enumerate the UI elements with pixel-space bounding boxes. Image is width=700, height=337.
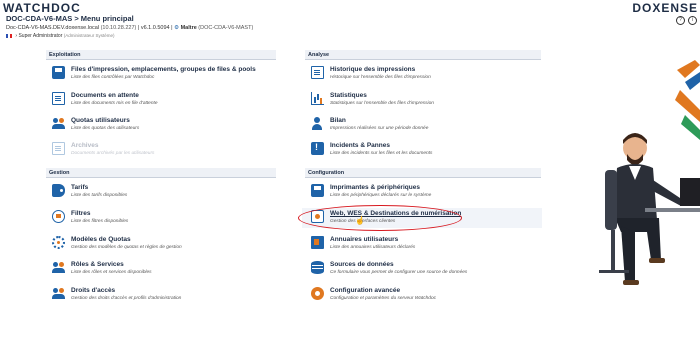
server-info: Doc-CDA-V6-MAS.DEV.doxense.local (10.10.…: [6, 25, 254, 31]
menu-item-quotas[interactable]: Quotas utilisateurs Liste des quotas des …: [52, 117, 139, 139]
user-role: (Administrateur Système): [63, 33, 115, 38]
menu-item-desc: Impressions réalisées sur une période do…: [330, 126, 429, 131]
printer-queue-icon: [52, 66, 65, 79]
menu-item-documents[interactable]: Documents en attente Liste des documents …: [52, 92, 158, 114]
menu-item-statistiques[interactable]: Statistiques Statistiques sur l'ensemble …: [311, 92, 434, 114]
filter-icon: [52, 210, 65, 223]
menu-item-desc: Liste des files contrôlées par Watchdoc: [71, 75, 155, 80]
users-icon: [52, 117, 65, 130]
page-header: DOC-CDA-V6-MAS > Menu principal Doc-CDA-…: [6, 14, 253, 39]
quota-model-icon: [52, 236, 65, 249]
menu-item-annuaires[interactable]: Annuaires utilisateurs Liste des annuaire…: [311, 236, 415, 258]
section-analyse: Analyse: [305, 50, 541, 60]
menu-item-desc: Liste des tarifs disponibles: [71, 193, 128, 198]
menu-item-filtres[interactable]: Filtres Liste des filtres disponibles: [52, 210, 128, 232]
doxense-logo: DOXENSE: [632, 1, 698, 15]
access-rights-icon: [52, 287, 65, 300]
menu-item-desc: Liste des incidents sur les files et les…: [330, 151, 433, 156]
menu-item-title: Sources de données: [330, 261, 394, 268]
menu-item-droits[interactable]: Droits d'accès Gestion des droits d'accès…: [52, 287, 181, 309]
user-report-icon: [311, 117, 324, 130]
section-gestion: Gestion: [46, 168, 276, 178]
chart-icon: [311, 92, 324, 105]
menu-item-files[interactable]: Files d'impression, emplacements, groupe…: [52, 66, 256, 88]
menu-item-title: Quotas utilisateurs: [71, 117, 130, 124]
server-role-host: (DOC-CDA-V6-MAST): [198, 25, 254, 31]
menu-item-imprimantes[interactable]: Imprimantes & périphériques Liste des pér…: [311, 184, 431, 206]
menu-item-modeles[interactable]: Modèles de Quotas Gestion des modèles de …: [52, 236, 182, 258]
info-icon[interactable]: i: [688, 16, 697, 25]
menu-item-title: Modèles de Quotas: [71, 236, 131, 243]
roles-icon: [52, 261, 65, 274]
help-icon[interactable]: ?: [676, 16, 685, 25]
menu-item-desc: Liste des filtres disponibles: [71, 219, 129, 224]
menu-item-desc: Statistiques sur l'ensemble des files d'…: [330, 101, 434, 106]
menu-item-desc: Liste des rôles et services disponibles: [71, 270, 152, 275]
menu-item-desc: Liste des annuaires utilisateurs déclaré…: [330, 245, 416, 250]
menu-item-title: Incidents & Pannes: [330, 142, 390, 149]
menu-item-desc: Liste des périphériques déclarés sur le …: [330, 193, 432, 198]
server-host: Doc-CDA-V6-MAS.DEV.doxense.local: [6, 25, 100, 31]
menu-item-title: Archives: [71, 142, 99, 149]
menu-item-desc: Documents archivés par les utilisateurs: [71, 151, 155, 156]
breadcrumb: DOC-CDA-V6-MAS > Menu principal: [6, 14, 134, 23]
price-tag-icon: [52, 184, 65, 197]
printer-icon: [311, 184, 324, 197]
language-flag-icon[interactable]: [6, 33, 12, 38]
menu-item-desc: Configuration et paramètres du serveur W…: [330, 296, 437, 301]
server-version: v6.1.0.5094: [140, 25, 170, 31]
server-role: Maître: [180, 25, 197, 31]
menu-item-desc: Gestion des droits d'accès et profils d'…: [71, 296, 182, 301]
menu-item-title: Statistiques: [330, 92, 367, 99]
settings-gear-icon: [311, 287, 324, 300]
menu-item-title: Imprimantes & périphériques: [330, 184, 420, 191]
menu-item-title: Droits d'accès: [71, 287, 116, 294]
section-exploitation: Exploitation: [46, 50, 276, 60]
menu-item-desc: Gestion des modèles de quotas et règles …: [71, 245, 182, 250]
menu-item-bilan[interactable]: Bilan Impressions réalisées sur une pério…: [311, 117, 428, 139]
history-icon: [311, 66, 324, 79]
menu-item-title: Rôles & Services: [71, 261, 124, 268]
menu-item-sources[interactable]: Sources de données Ce formulaire vous per…: [311, 261, 467, 283]
role-icon: ⚙: [174, 25, 180, 31]
menu-item-incidents[interactable]: Incidents & Pannes Liste des incidents su…: [311, 142, 432, 164]
menu-item-title: Files d'impression, emplacements, groupe…: [71, 66, 256, 73]
document-icon: [52, 92, 65, 105]
menu-item-desc: Historique sur l'ensemble des files d'im…: [330, 75, 431, 80]
menu-item-title: Tarifs: [71, 184, 89, 191]
menu-item-archives: Archives Documents archivés par les utili…: [52, 142, 154, 164]
top-icons: ? i: [676, 16, 697, 25]
menu-item-title: Bilan: [330, 117, 346, 124]
watchdoc-logo[interactable]: WATCHDOC: [3, 1, 81, 15]
menu-item-desc: Ce formulaire vous permet de configurer …: [330, 270, 468, 275]
database-icon: [311, 261, 324, 274]
menu-item-desc: Liste des documents mis en file d'attent…: [71, 101, 158, 106]
menu-item-title: Documents en attente: [71, 92, 139, 99]
alert-icon: [311, 142, 324, 155]
red-highlight-ellipse: [298, 205, 462, 231]
current-user: › Super Administrator (Administrateur Sy…: [6, 33, 253, 39]
menu-item-title: Historique des impressions: [330, 66, 416, 73]
menu-item-title: Configuration avancée: [330, 287, 401, 294]
menu-item-config[interactable]: Configuration avancée Configuration et pa…: [311, 287, 436, 309]
office-worker-illustration: [599, 60, 700, 285]
menu-item-tarifs[interactable]: Tarifs Liste des tarifs disponibles: [52, 184, 127, 206]
hand-cursor-icon: ☝: [355, 216, 365, 225]
menu-item-title: Annuaires utilisateurs: [330, 236, 399, 243]
server-ip: (10.10.28.227): [100, 25, 137, 31]
section-configuration: Configuration: [305, 168, 541, 178]
menu-item-title: Filtres: [71, 210, 91, 217]
directory-icon: [311, 236, 324, 249]
menu-item-historique[interactable]: Historique des impressions Historique sur…: [311, 66, 431, 88]
menu-item-desc: Liste des quotas des utilisateurs: [71, 126, 140, 131]
menu-item-roles[interactable]: Rôles & Services Liste des rôles et servi…: [52, 261, 152, 283]
archive-icon: [52, 142, 65, 155]
user-name[interactable]: Super Administrator: [18, 33, 62, 39]
chevron-right-icon: ›: [15, 33, 18, 39]
